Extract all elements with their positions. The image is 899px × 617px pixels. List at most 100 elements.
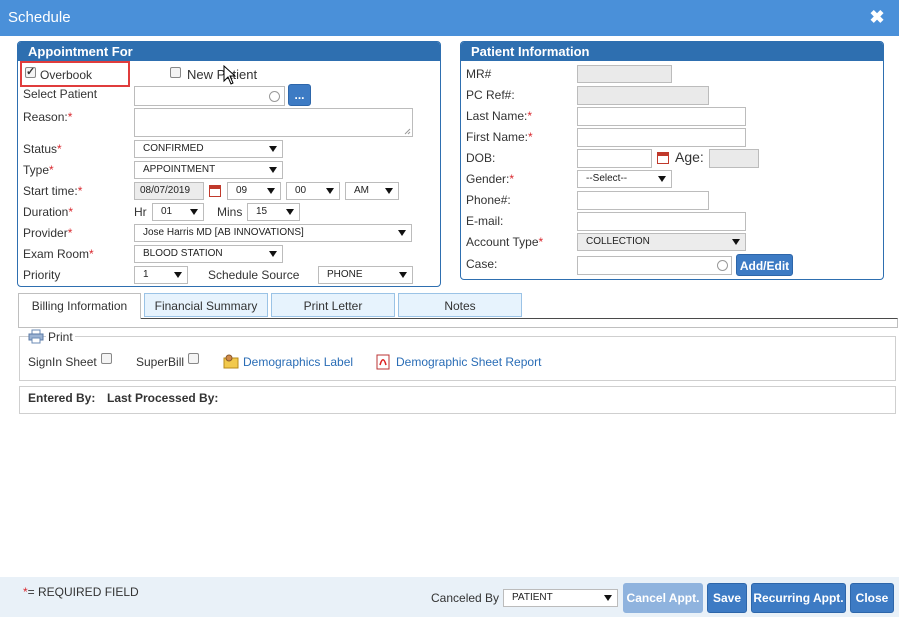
reason-required-mark: * bbox=[67, 110, 73, 124]
select-patient-input[interactable] bbox=[134, 86, 285, 106]
recurring-appt-button[interactable]: Recurring Appt. bbox=[751, 583, 846, 613]
demographics-label-link[interactable]: Demographics Label bbox=[243, 355, 353, 369]
close-button[interactable]: Close bbox=[850, 583, 894, 613]
first-name-input[interactable] bbox=[577, 128, 746, 147]
calendar-icon[interactable] bbox=[209, 185, 221, 197]
status-select[interactable]: CONFIRMED bbox=[134, 140, 283, 158]
gender-required-mark: * bbox=[509, 172, 515, 186]
demographic-sheet-report-link[interactable]: Demographic Sheet Report bbox=[396, 355, 541, 369]
chevron-down-icon bbox=[604, 595, 612, 601]
appointment-panel-header: Appointment For bbox=[18, 42, 440, 61]
duration-hr-select[interactable]: 01 bbox=[152, 203, 204, 221]
signin-sheet-label: SignIn Sheet bbox=[28, 355, 97, 369]
search-circle-icon bbox=[269, 91, 280, 102]
type-select-value: APPOINTMENT bbox=[143, 164, 216, 175]
duration-mins-select[interactable]: 15 bbox=[247, 203, 300, 221]
chevron-down-icon bbox=[286, 209, 294, 215]
signin-sheet-checkbox[interactable] bbox=[101, 353, 112, 364]
start-min-select[interactable]: 00 bbox=[286, 182, 340, 200]
chevron-down-icon bbox=[326, 188, 334, 194]
account-type-select-value: COLLECTION bbox=[586, 236, 650, 247]
chevron-down-icon bbox=[269, 167, 277, 173]
superbill-checkbox[interactable] bbox=[188, 353, 199, 364]
last-name-input[interactable] bbox=[577, 107, 746, 126]
start-time-label: Start time:* bbox=[23, 184, 82, 198]
exam-room-required-mark: * bbox=[89, 247, 94, 261]
last-processed-label: Last Processed By: bbox=[107, 391, 219, 405]
overbook-checkbox[interactable] bbox=[25, 65, 36, 78]
hr-label: Hr bbox=[134, 205, 147, 219]
chevron-down-icon bbox=[399, 272, 407, 278]
pc-ref-input[interactable] bbox=[577, 86, 709, 105]
dob-input[interactable] bbox=[577, 149, 652, 168]
tab-notes[interactable]: Notes bbox=[398, 293, 522, 317]
start-date-input[interactable]: 08/07/2019 bbox=[134, 182, 204, 200]
priority-select[interactable]: 1 bbox=[134, 266, 188, 284]
resize-grip-icon bbox=[404, 128, 411, 135]
type-select[interactable]: APPOINTMENT bbox=[134, 161, 283, 179]
dob-label: DOB: bbox=[466, 151, 496, 165]
close-icon[interactable]: ✖ bbox=[866, 6, 888, 28]
chevron-down-icon bbox=[398, 230, 406, 236]
provider-required-mark: * bbox=[67, 226, 73, 240]
tab-print-letter[interactable]: Print Letter bbox=[271, 293, 395, 317]
start-ampm-value: AM bbox=[354, 185, 369, 196]
status-select-value: CONFIRMED bbox=[143, 143, 204, 154]
start-time-required-mark: * bbox=[77, 184, 83, 198]
exam-room-label: Exam Room* bbox=[23, 247, 94, 261]
duration-required-mark: * bbox=[68, 205, 74, 219]
select-patient-label: Select Patient bbox=[23, 87, 98, 101]
provider-select-value: Jose Harris MD [AB INNOVATIONS] bbox=[143, 227, 304, 238]
start-ampm-select[interactable]: AM bbox=[345, 182, 399, 200]
window-title: Schedule bbox=[8, 9, 71, 26]
start-hour-select[interactable]: 09 bbox=[227, 182, 281, 200]
exam-room-select[interactable]: BLOOD STATION bbox=[134, 245, 283, 263]
email-input[interactable] bbox=[577, 212, 746, 231]
gender-select[interactable]: --Select-- bbox=[577, 170, 672, 188]
account-type-label-text: Account Type bbox=[466, 235, 539, 249]
patient-info-panel-header: Patient Information bbox=[461, 42, 883, 61]
cancel-appt-button[interactable]: Cancel Appt. bbox=[623, 583, 703, 613]
save-button[interactable]: Save bbox=[707, 583, 747, 613]
exam-room-label-text: Exam Room bbox=[23, 247, 90, 261]
tab-financial-summary[interactable]: Financial Summary bbox=[144, 293, 268, 317]
mouse-cursor-icon bbox=[223, 65, 237, 85]
first-name-label-text: First Name: bbox=[466, 130, 529, 144]
type-label-text: Type bbox=[23, 163, 50, 177]
reason-label-text: Reason: bbox=[23, 110, 68, 124]
add-edit-button[interactable]: Add/Edit bbox=[736, 254, 793, 276]
provider-select[interactable]: Jose Harris MD [AB INNOVATIONS] bbox=[134, 224, 412, 242]
duration-label: Duration* bbox=[23, 205, 73, 219]
phone-label: Phone#: bbox=[466, 193, 511, 207]
entered-by-label: Entered By: bbox=[28, 391, 96, 405]
canceled-by-select[interactable]: PATIENT bbox=[503, 589, 618, 607]
last-name-label-text: Last Name: bbox=[466, 109, 528, 123]
select-patient-button[interactable]: ... bbox=[288, 84, 311, 106]
first-name-label: First Name:* bbox=[466, 130, 533, 144]
address-label-icon bbox=[223, 354, 239, 369]
chevron-down-icon bbox=[269, 146, 277, 152]
required-field-note: *= REQUIRED FIELD bbox=[23, 585, 139, 599]
phone-input[interactable] bbox=[577, 191, 709, 210]
age-label: Age: bbox=[675, 149, 704, 165]
gender-label: Gender:* bbox=[466, 172, 514, 186]
dob-calendar-icon[interactable] bbox=[657, 152, 669, 164]
case-input[interactable] bbox=[577, 256, 732, 275]
printer-icon bbox=[28, 329, 44, 344]
pc-ref-label: PC Ref#: bbox=[466, 88, 515, 102]
start-min-value: 00 bbox=[295, 185, 307, 196]
case-label: Case: bbox=[466, 257, 498, 271]
chevron-down-icon bbox=[174, 272, 182, 278]
status-required-mark: * bbox=[57, 142, 62, 156]
priority-select-value: 1 bbox=[143, 269, 149, 280]
reason-textarea[interactable] bbox=[134, 108, 413, 137]
mr-input[interactable] bbox=[577, 65, 672, 83]
account-type-select[interactable]: COLLECTION bbox=[577, 233, 746, 251]
type-required-mark: * bbox=[49, 163, 54, 177]
priority-label: Priority bbox=[23, 268, 61, 282]
tab-billing-information[interactable]: Billing Information bbox=[18, 293, 141, 319]
new-patient-checkbox[interactable] bbox=[170, 67, 181, 78]
print-legend: Print bbox=[46, 330, 75, 344]
schedule-source-select[interactable]: PHONE bbox=[318, 266, 413, 284]
provider-label-text: Provider bbox=[23, 226, 68, 240]
